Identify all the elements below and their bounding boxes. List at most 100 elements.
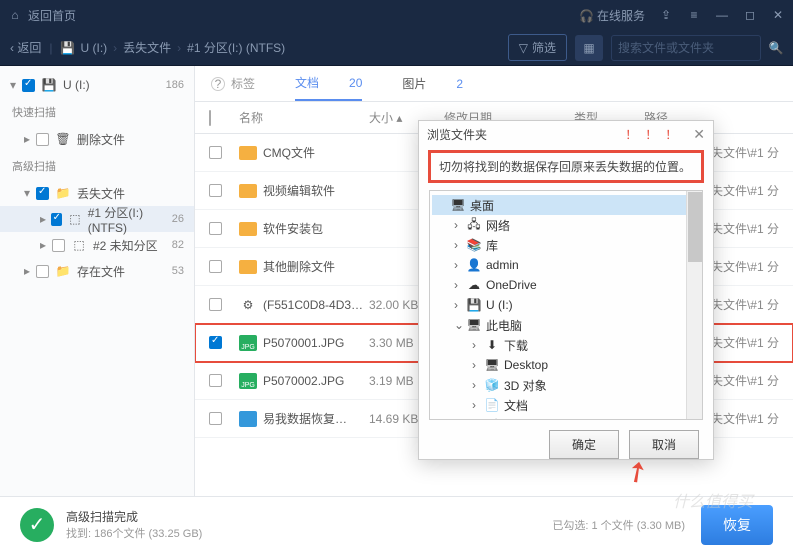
sidebar-lost[interactable]: ▾📁丢失文件 bbox=[0, 180, 194, 206]
selected-info: 已勾选: 1 个文件 (3.30 MB) bbox=[552, 517, 685, 533]
checkbox[interactable] bbox=[209, 298, 222, 311]
adv-scan-head: 高级扫描 bbox=[0, 152, 194, 180]
gear-icon: ⚙ bbox=[239, 297, 257, 313]
maximize-icon[interactable]: ◻ bbox=[743, 8, 757, 22]
dialog-warn-marks: ！！！ bbox=[625, 126, 685, 143]
close-icon[interactable]: ✕ bbox=[693, 126, 705, 143]
tree-label: admin bbox=[486, 258, 519, 272]
lost-icon: 📁 bbox=[55, 186, 71, 200]
folder-tree[interactable]: 🖥桌面›🖧网络›📚库›👤admin›☁OneDrive›💾U (I:)⌄🖥此电脑… bbox=[429, 190, 703, 420]
checkbox[interactable] bbox=[209, 336, 222, 349]
tree-item[interactable]: ⌄🖥此电脑 bbox=[432, 315, 700, 335]
tree-item[interactable]: ›🖥Desktop bbox=[432, 355, 700, 375]
share-icon[interactable]: ⇪ bbox=[659, 8, 673, 22]
file-name: CMQ文件 bbox=[263, 144, 315, 161]
doc-icon bbox=[239, 411, 257, 427]
folder-icon bbox=[239, 146, 257, 160]
partition-icon: ⬚ bbox=[71, 238, 87, 252]
tree-label: 音乐 bbox=[504, 417, 528, 421]
grid-icon: ▦ bbox=[583, 41, 594, 55]
tree-item[interactable]: ›☁OneDrive bbox=[432, 275, 700, 295]
jpg-icon: JPG bbox=[239, 335, 257, 351]
tree-label: 3D 对象 bbox=[504, 377, 547, 394]
tree-label: 网络 bbox=[486, 217, 510, 234]
col-name[interactable]: 名称 bbox=[239, 109, 369, 126]
tree-item[interactable]: ›🖧网络 bbox=[432, 215, 700, 235]
watermark: 什么值得买 bbox=[673, 488, 753, 512]
trash-icon: 🗑 bbox=[55, 132, 71, 146]
checkbox[interactable] bbox=[209, 184, 222, 197]
tree-item[interactable]: ›💾U (I:) bbox=[432, 295, 700, 315]
file-name: P5070001.JPG bbox=[263, 336, 344, 350]
sidebar-deleted[interactable]: ▸🗑删除文件 bbox=[0, 126, 194, 152]
exist-icon: 📁 bbox=[55, 264, 71, 278]
partition-icon: ⬚ bbox=[68, 212, 82, 226]
tree-icon: 🖥 bbox=[466, 318, 482, 332]
tab-documents[interactable]: 文档20 bbox=[295, 66, 362, 101]
tree-item[interactable]: ›📄文档 bbox=[432, 395, 700, 415]
tree-label: U (I:) bbox=[486, 298, 513, 312]
tree-label: 库 bbox=[486, 237, 498, 254]
tabs: ?标签 文档20 图片2 bbox=[195, 66, 793, 102]
sidebar-drive[interactable]: ▾💾U (I:)186 bbox=[0, 72, 194, 98]
ok-button[interactable]: 确定 bbox=[549, 430, 619, 459]
funnel-icon: ▽ bbox=[519, 41, 528, 55]
back-button[interactable]: ‹ 返回 bbox=[10, 39, 41, 56]
tree-item[interactable]: ›🧊3D 对象 bbox=[432, 375, 700, 395]
checkbox[interactable] bbox=[209, 146, 222, 159]
back-home-button[interactable]: ⌂ 返回首页 bbox=[8, 7, 76, 24]
folder-icon bbox=[239, 260, 257, 274]
sidebar: ▾💾U (I:)186 快速扫描 ▸🗑删除文件 高级扫描 ▾📁丢失文件 ▸⬚#1… bbox=[0, 66, 195, 496]
home-icon: ⌂ bbox=[8, 8, 22, 22]
minimize-icon[interactable]: — bbox=[715, 8, 729, 22]
sort-icon: ▴ bbox=[396, 111, 402, 125]
tree-icon: 📄 bbox=[484, 398, 500, 412]
tree-icon: 💾 bbox=[466, 298, 482, 312]
file-name: 视频编辑软件 bbox=[263, 182, 335, 199]
menu-icon[interactable]: ≡ bbox=[687, 8, 701, 22]
tree-item[interactable]: ›📚库 bbox=[432, 235, 700, 255]
close-icon[interactable]: ✕ bbox=[771, 8, 785, 22]
success-icon: ✓ bbox=[20, 508, 54, 542]
tree-item[interactable]: 🖥桌面 bbox=[432, 195, 700, 215]
search-icon[interactable]: 🔍 bbox=[769, 41, 783, 55]
tree-icon: 🎵 bbox=[484, 418, 500, 420]
file-name: 易我数据恢复… bbox=[263, 410, 347, 427]
tab-images[interactable]: 图片2 bbox=[402, 67, 463, 100]
sidebar-part2[interactable]: ▸⬚#2 未知分区82 bbox=[0, 232, 194, 258]
checkbox[interactable] bbox=[209, 412, 222, 425]
file-name: 其他删除文件 bbox=[263, 258, 335, 275]
tree-label: 桌面 bbox=[470, 197, 494, 214]
tree-icon: 🖧 bbox=[466, 218, 482, 232]
tree-label: 此电脑 bbox=[486, 317, 522, 334]
scrollbar[interactable] bbox=[686, 191, 702, 419]
tree-item[interactable]: ›🎵音乐 bbox=[432, 415, 700, 420]
filter-button[interactable]: ▽筛选 bbox=[508, 34, 567, 61]
breadcrumb[interactable]: 💾U (I:) ›丢失文件 ›#1 分区(I:) (NTFS) bbox=[60, 39, 285, 56]
tree-item[interactable]: ›⬇下载 bbox=[432, 335, 700, 355]
tree-icon: ☁ bbox=[466, 278, 482, 292]
tree-item[interactable]: ›👤admin bbox=[432, 255, 700, 275]
checkbox[interactable] bbox=[209, 374, 222, 387]
dialog-title: 浏览文件夹 bbox=[427, 126, 487, 143]
tree-label: OneDrive bbox=[486, 278, 537, 292]
folder-icon bbox=[239, 184, 257, 198]
drive-icon: 💾 bbox=[41, 78, 57, 92]
status-sub: 找到: 186个文件 (33.25 GB) bbox=[66, 525, 202, 541]
drive-icon: 💾 bbox=[60, 41, 74, 55]
browse-folder-dialog: 浏览文件夹 ！！！ ✕ 切勿将找到的数据保存回原来丢失数据的位置。 🖥桌面›🖧网… bbox=[418, 120, 714, 460]
tree-label: 文档 bbox=[504, 397, 528, 414]
checkbox[interactable] bbox=[209, 222, 222, 235]
back-home-label: 返回首页 bbox=[28, 7, 76, 24]
tree-icon: 👤 bbox=[466, 258, 482, 272]
jpg-icon: JPG bbox=[239, 373, 257, 389]
view-grid-button[interactable]: ▦ bbox=[575, 35, 603, 61]
sidebar-part1[interactable]: ▸⬚#1 分区(I:) (NTFS)26 bbox=[0, 206, 194, 232]
search-input[interactable]: 搜索文件或文件夹 bbox=[611, 35, 761, 61]
file-name: 软件安装包 bbox=[263, 220, 323, 237]
tree-icon: ⬇ bbox=[484, 338, 500, 352]
checkbox[interactable] bbox=[209, 260, 222, 273]
service-button[interactable]: 🎧 在线服务 bbox=[580, 7, 645, 24]
sidebar-exist[interactable]: ▸📁存在文件53 bbox=[0, 258, 194, 284]
headset-icon: 🎧 bbox=[580, 9, 594, 23]
